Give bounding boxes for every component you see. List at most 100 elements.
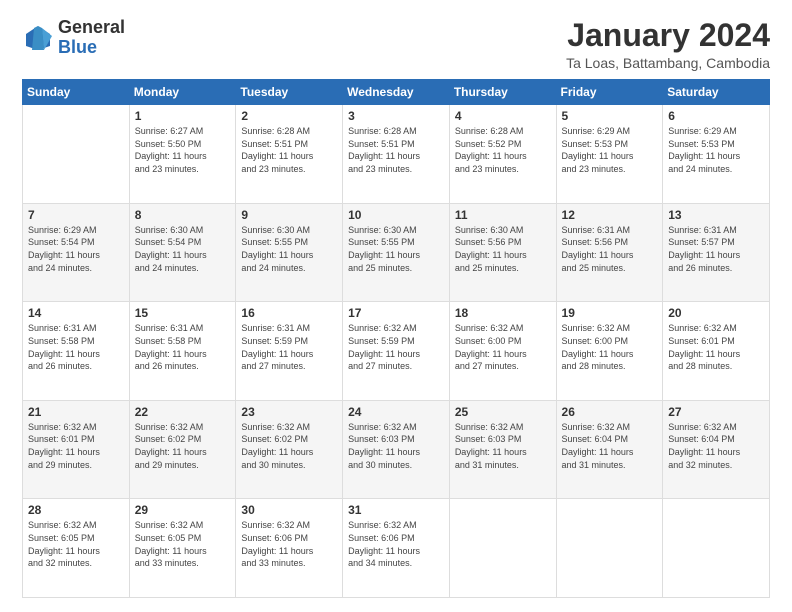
day-info: Sunrise: 6:31 AM Sunset: 5:57 PM Dayligh… — [668, 224, 764, 274]
day-info: Sunrise: 6:29 AM Sunset: 5:54 PM Dayligh… — [28, 224, 124, 274]
calendar-cell: 10Sunrise: 6:30 AM Sunset: 5:55 PM Dayli… — [343, 203, 450, 302]
calendar-cell: 11 Sunrise: 6:30 AM Sunset: 5:56 PM Dayli… — [449, 203, 556, 302]
day-info: Sunrise: 6:32 AM Sunset: 6:03 PM Dayligh… — [455, 421, 551, 471]
calendar-cell: 6 Sunrise: 6:29 AM Sunset: 5:53 PM Daylig… — [663, 105, 770, 204]
calendar-cell: 24 Sunrise: 6:32 AM Sunset: 6:03 PM Dayli… — [343, 400, 450, 499]
day-info: Sunrise: 6:28 AM Sunset: 5:51 PM Dayligh… — [348, 125, 444, 175]
day-number: 22 — [135, 405, 231, 419]
day-number: 18 — [455, 306, 551, 320]
day-number: 16 — [241, 306, 337, 320]
calendar-cell: 26Sunrise: 6:32 AM Sunset: 6:04 PM Dayli… — [556, 400, 663, 499]
calendar-cell: 16 Sunrise: 6:31 AM Sunset: 5:59 PM Dayli… — [236, 302, 343, 401]
day-header-monday: Monday — [129, 80, 236, 105]
day-info: Sunrise: 6:31 AM Sunset: 5:58 PM Dayligh… — [28, 322, 124, 372]
day-info: Sunrise: 6:32 AM Sunset: 6:05 PM Dayligh… — [135, 519, 231, 569]
calendar-cell: 29 Sunrise: 6:32 AM Sunset: 6:05 PM Dayli… — [129, 499, 236, 598]
day-header-tuesday: Tuesday — [236, 80, 343, 105]
day-info: Sunrise: 6:32 AM Sunset: 6:01 PM Dayligh… — [668, 322, 764, 372]
day-number: 24 — [348, 405, 444, 419]
day-number: 11 — [455, 208, 551, 222]
day-info: Sunrise: 6:28 AM Sunset: 5:51 PM Dayligh… — [241, 125, 337, 175]
calendar-cell: 19Sunrise: 6:32 AM Sunset: 6:00 PM Dayli… — [556, 302, 663, 401]
day-number: 2 — [241, 109, 337, 123]
logo: General Blue — [22, 18, 125, 58]
day-number: 20 — [668, 306, 764, 320]
title-area: January 2024 Ta Loas, Battambang, Cambod… — [566, 18, 770, 71]
calendar-cell — [449, 499, 556, 598]
day-header-thursday: Thursday — [449, 80, 556, 105]
day-info: Sunrise: 6:28 AM Sunset: 5:52 PM Dayligh… — [455, 125, 551, 175]
week-row-1: 1Sunrise: 6:27 AM Sunset: 5:50 PM Daylig… — [23, 105, 770, 204]
day-number: 31 — [348, 503, 444, 517]
day-header-wednesday: Wednesday — [343, 80, 450, 105]
day-number: 17 — [348, 306, 444, 320]
day-info: Sunrise: 6:32 AM Sunset: 6:01 PM Dayligh… — [28, 421, 124, 471]
logo-icon — [22, 22, 54, 54]
day-info: Sunrise: 6:32 AM Sunset: 6:06 PM Dayligh… — [241, 519, 337, 569]
logo-text: General Blue — [58, 18, 125, 58]
calendar-cell: 2 Sunrise: 6:28 AM Sunset: 5:51 PM Daylig… — [236, 105, 343, 204]
calendar-cell: 13 Sunrise: 6:31 AM Sunset: 5:57 PM Dayli… — [663, 203, 770, 302]
day-info: Sunrise: 6:30 AM Sunset: 5:55 PM Dayligh… — [241, 224, 337, 274]
day-info: Sunrise: 6:32 AM Sunset: 6:04 PM Dayligh… — [562, 421, 658, 471]
calendar-cell — [23, 105, 130, 204]
day-number: 28 — [28, 503, 124, 517]
day-info: Sunrise: 6:32 AM Sunset: 6:02 PM Dayligh… — [135, 421, 231, 471]
day-info: Sunrise: 6:30 AM Sunset: 5:56 PM Dayligh… — [455, 224, 551, 274]
calendar-cell — [556, 499, 663, 598]
day-number: 7 — [28, 208, 124, 222]
calendar-table: SundayMondayTuesdayWednesdayThursdayFrid… — [22, 79, 770, 598]
calendar-cell: 3 Sunrise: 6:28 AM Sunset: 5:51 PM Daylig… — [343, 105, 450, 204]
day-info: Sunrise: 6:32 AM Sunset: 5:59 PM Dayligh… — [348, 322, 444, 372]
day-info: Sunrise: 6:32 AM Sunset: 6:03 PM Dayligh… — [348, 421, 444, 471]
day-header-friday: Friday — [556, 80, 663, 105]
logo-general: General — [58, 18, 125, 38]
day-info: Sunrise: 6:29 AM Sunset: 5:53 PM Dayligh… — [668, 125, 764, 175]
calendar-cell: 12Sunrise: 6:31 AM Sunset: 5:56 PM Dayli… — [556, 203, 663, 302]
calendar-cell: 21Sunrise: 6:32 AM Sunset: 6:01 PM Dayli… — [23, 400, 130, 499]
day-number: 3 — [348, 109, 444, 123]
day-info: Sunrise: 6:27 AM Sunset: 5:50 PM Dayligh… — [135, 125, 231, 175]
location: Ta Loas, Battambang, Cambodia — [566, 55, 770, 71]
day-number: 4 — [455, 109, 551, 123]
calendar-cell: 4 Sunrise: 6:28 AM Sunset: 5:52 PM Daylig… — [449, 105, 556, 204]
day-number: 12 — [562, 208, 658, 222]
day-number: 13 — [668, 208, 764, 222]
week-row-3: 14Sunrise: 6:31 AM Sunset: 5:58 PM Dayli… — [23, 302, 770, 401]
day-info: Sunrise: 6:32 AM Sunset: 6:05 PM Dayligh… — [28, 519, 124, 569]
day-number: 5 — [562, 109, 658, 123]
day-number: 30 — [241, 503, 337, 517]
calendar-cell: 28 Sunrise: 6:32 AM Sunset: 6:05 PM Dayli… — [23, 499, 130, 598]
month-title: January 2024 — [566, 18, 770, 53]
day-header-saturday: Saturday — [663, 80, 770, 105]
day-info: Sunrise: 6:31 AM Sunset: 5:58 PM Dayligh… — [135, 322, 231, 372]
day-number: 8 — [135, 208, 231, 222]
calendar-cell: 9 Sunrise: 6:30 AM Sunset: 5:55 PM Daylig… — [236, 203, 343, 302]
calendar-cell: 25Sunrise: 6:32 AM Sunset: 6:03 PM Dayli… — [449, 400, 556, 499]
day-info: Sunrise: 6:31 AM Sunset: 5:59 PM Dayligh… — [241, 322, 337, 372]
calendar-cell: 15Sunrise: 6:31 AM Sunset: 5:58 PM Dayli… — [129, 302, 236, 401]
day-info: Sunrise: 6:30 AM Sunset: 5:54 PM Dayligh… — [135, 224, 231, 274]
day-header-sunday: Sunday — [23, 80, 130, 105]
day-number: 29 — [135, 503, 231, 517]
logo-blue: Blue — [58, 38, 125, 58]
day-info: Sunrise: 6:32 AM Sunset: 6:00 PM Dayligh… — [562, 322, 658, 372]
day-info: Sunrise: 6:29 AM Sunset: 5:53 PM Dayligh… — [562, 125, 658, 175]
calendar-cell: 7 Sunrise: 6:29 AM Sunset: 5:54 PM Daylig… — [23, 203, 130, 302]
week-row-5: 28 Sunrise: 6:32 AM Sunset: 6:05 PM Dayli… — [23, 499, 770, 598]
calendar-cell: 8 Sunrise: 6:30 AM Sunset: 5:54 PM Daylig… — [129, 203, 236, 302]
calendar-cell: 31 Sunrise: 6:32 AM Sunset: 6:06 PM Dayli… — [343, 499, 450, 598]
week-row-4: 21Sunrise: 6:32 AM Sunset: 6:01 PM Dayli… — [23, 400, 770, 499]
day-info: Sunrise: 6:32 AM Sunset: 6:04 PM Dayligh… — [668, 421, 764, 471]
header: General Blue January 2024 Ta Loas, Batta… — [22, 18, 770, 71]
calendar-cell: 5 Sunrise: 6:29 AM Sunset: 5:53 PM Daylig… — [556, 105, 663, 204]
calendar-cell: 27Sunrise: 6:32 AM Sunset: 6:04 PM Dayli… — [663, 400, 770, 499]
calendar-cell: 18Sunrise: 6:32 AM Sunset: 6:00 PM Dayli… — [449, 302, 556, 401]
day-number: 23 — [241, 405, 337, 419]
day-info: Sunrise: 6:30 AM Sunset: 5:55 PM Dayligh… — [348, 224, 444, 274]
week-row-2: 7 Sunrise: 6:29 AM Sunset: 5:54 PM Daylig… — [23, 203, 770, 302]
day-info: Sunrise: 6:32 AM Sunset: 6:06 PM Dayligh… — [348, 519, 444, 569]
calendar-cell — [663, 499, 770, 598]
day-number: 6 — [668, 109, 764, 123]
day-number: 9 — [241, 208, 337, 222]
